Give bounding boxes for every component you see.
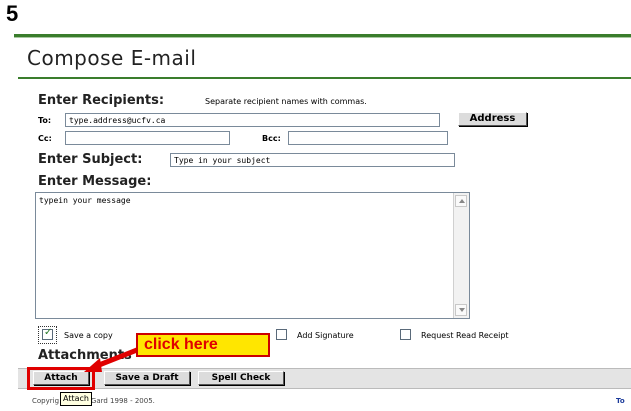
footer-copyright-prefix: Copyrig — [32, 397, 60, 405]
save-copy-label: Save a copy — [64, 331, 113, 340]
cc-field[interactable] — [65, 131, 230, 145]
footer-copyright-suffix: unGard 1998 - 2005. — [82, 397, 155, 405]
cc-label: Cc: — [38, 134, 52, 143]
message-scrollbar[interactable] — [453, 193, 469, 318]
subject-heading: Enter Subject: — [38, 152, 143, 167]
message-textarea[interactable]: typein your message — [35, 192, 470, 319]
page-title: Compose E-mail — [27, 46, 197, 70]
recipients-heading: Enter Recipients: — [38, 93, 165, 108]
read-receipt-checkbox[interactable] — [400, 329, 411, 340]
add-signature-checkbox[interactable] — [276, 329, 287, 340]
to-label: To: — [38, 116, 52, 125]
message-heading: Enter Message: — [38, 174, 152, 189]
save-copy-checkbox[interactable] — [42, 327, 53, 340]
message-text: typein your message — [39, 196, 131, 205]
read-receipt-label: Request Read Receipt — [421, 331, 509, 340]
add-signature-label: Add Signature — [297, 331, 354, 340]
footer-link[interactable]: To — [616, 397, 625, 405]
subject-field[interactable]: Type in your subject — [170, 153, 455, 167]
recipients-hint: Separate recipient names with commas. — [205, 97, 367, 106]
footer-copyright: Copyrig unGard 1998 - 2005. — [32, 397, 155, 405]
bcc-label: Bcc: — [262, 134, 281, 143]
top-divider-shadow — [14, 37, 631, 38]
spell-check-button[interactable]: Spell Check — [198, 371, 284, 385]
scroll-up-arrow-icon[interactable] — [455, 195, 467, 207]
address-button[interactable]: Address — [458, 112, 527, 126]
scroll-down-arrow-icon[interactable] — [455, 304, 467, 316]
click-here-callout: click here — [136, 333, 270, 357]
attach-tooltip: Attach — [60, 392, 92, 406]
title-divider — [18, 77, 631, 79]
step-number: 5 — [6, 1, 19, 26]
to-field[interactable]: type.address@ucfv.ca — [65, 113, 440, 127]
bcc-field[interactable] — [288, 131, 448, 145]
